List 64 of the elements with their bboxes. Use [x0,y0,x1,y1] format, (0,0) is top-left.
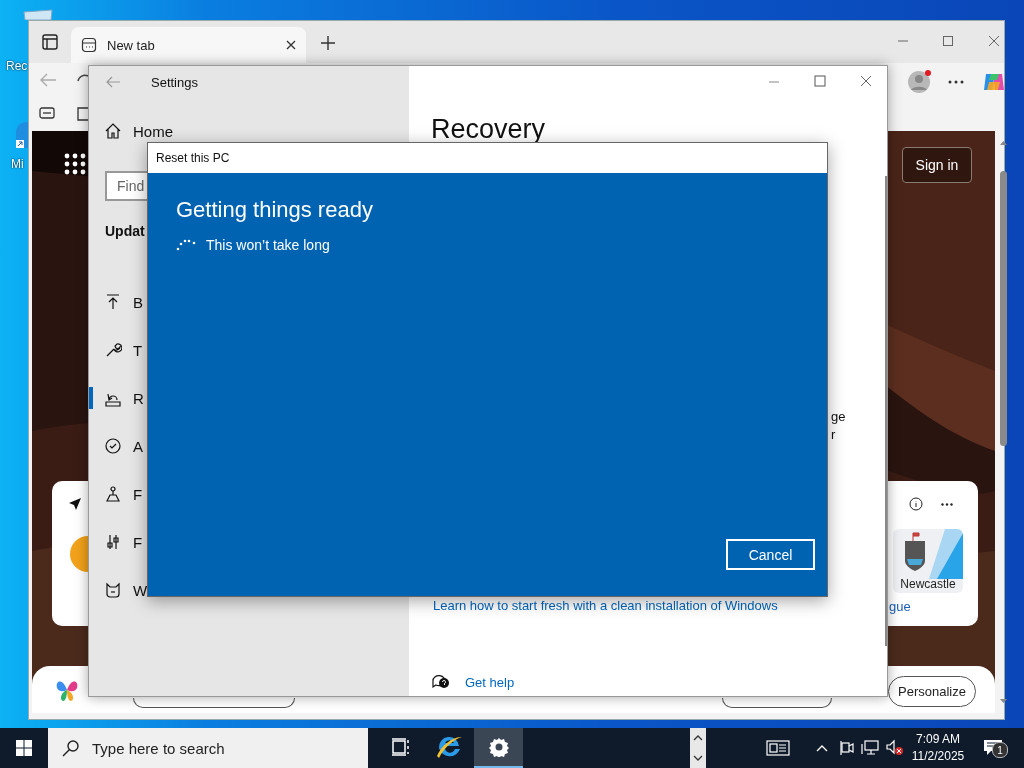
person-pin-icon [104,485,122,503]
new-tab-page-icon [81,37,97,53]
more-icon[interactable] [948,80,964,84]
sign-in-button[interactable]: Sign in [902,147,972,183]
help-chat-icon [432,674,450,690]
team-name: Newcastle [899,577,957,591]
pill-button[interactable] [722,698,832,708]
tab-actions-icon[interactable] [41,33,59,51]
spinner-icon [176,239,196,251]
section-title: Updat [105,223,145,239]
description-text: r [831,427,836,442]
arrow-up-icon [104,293,122,311]
close-tab-icon[interactable] [286,40,296,50]
page-heading: Recovery [431,114,546,145]
taskbar-scroll-control[interactable] [690,728,706,768]
browser-e-icon [435,734,464,760]
taskbar-search-field[interactable]: Type here to search [48,728,368,768]
dialog-title: Reset this PC [156,151,230,165]
location-arrow-icon [68,497,82,511]
chevron-up-icon [816,744,828,752]
notification-button[interactable]: 1 [978,728,1008,768]
clean-install-link[interactable]: Learn how to start fresh with a clean installation of Windows [433,598,778,613]
new-tab-icon[interactable] [320,35,336,51]
desktop-icon-label: Mi [11,157,24,171]
league-link[interactable]: gue [889,599,911,614]
apps-grid-icon[interactable] [64,153,86,175]
task-view-icon [390,738,411,756]
more-icon[interactable] [941,503,953,506]
folder-icon[interactable] [76,105,88,121]
home-icon [104,122,122,140]
favorite-icon[interactable] [39,107,55,119]
team-tile[interactable]: Newcastle [893,529,963,593]
windows-logo-icon [16,740,32,756]
cancel-button[interactable]: Cancel [726,539,815,570]
sun-icon [70,536,88,572]
cat-icon [104,581,122,599]
description-text: ge [831,409,846,424]
status-text: This won’t take long [206,237,330,253]
wrench-icon [104,341,122,359]
pill-button[interactable] [133,698,295,708]
notification-count: 1 [992,742,1008,758]
info-icon[interactable] [909,497,923,511]
news-icon [766,740,790,756]
gear-icon [488,737,509,757]
sliders-icon [104,533,122,551]
camera-icon [840,739,854,757]
window-title: Settings [151,75,198,90]
maximize-icon[interactable] [942,35,954,47]
search-icon [62,739,80,757]
browser-tab[interactable]: New tab [71,27,306,63]
get-help-link[interactable]: Get help [465,675,515,690]
close-icon[interactable] [860,75,872,87]
desktop-icon-label: Rec [6,59,28,73]
check-circle-icon [104,437,122,455]
network-icon [861,740,879,756]
profile-icon[interactable] [907,69,933,95]
personalize-button[interactable]: Personalize [888,676,976,707]
dialog-heading: Getting things ready [176,197,374,223]
taskbar-app[interactable] [474,728,523,768]
maximize-icon[interactable] [814,75,826,87]
close-icon[interactable] [988,35,1000,47]
muted-speaker-icon [885,739,905,757]
scrollbar[interactable] [885,176,887,646]
clock[interactable]: 7:09 AM 11/2/2025 [900,730,976,766]
